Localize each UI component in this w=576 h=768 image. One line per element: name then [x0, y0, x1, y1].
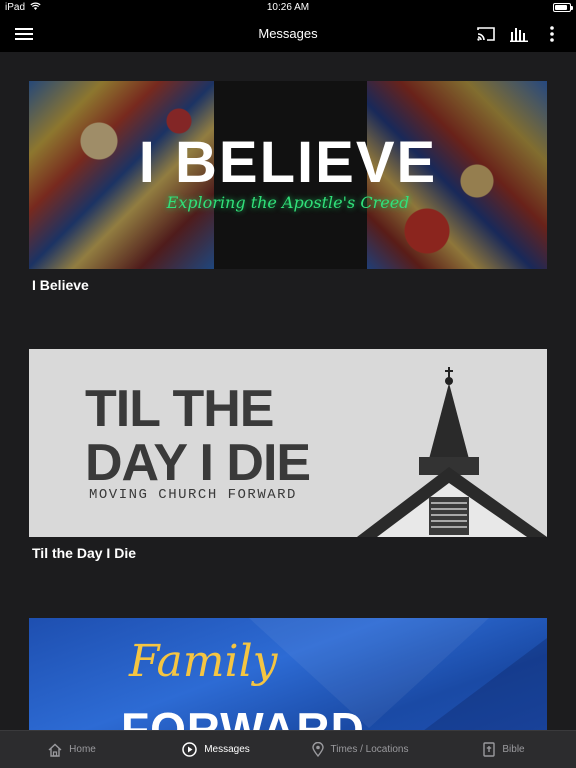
- tab-bar: Home Messages Times / Locations Bible: [0, 730, 576, 768]
- battery-level: [555, 5, 567, 10]
- artwork-title: I BELIEVE: [138, 130, 438, 195]
- artwork-title-line1: Family: [129, 636, 278, 687]
- series-artwork[interactable]: I BELIEVE Exploring the Apostle's Creed: [29, 81, 547, 269]
- more-button[interactable]: [540, 22, 564, 46]
- audio-button[interactable]: [507, 22, 531, 46]
- play-circle-icon: [182, 742, 197, 757]
- tab-times-locations[interactable]: Times / Locations: [288, 731, 432, 768]
- series-artwork[interactable]: Family FORWARD: [29, 618, 547, 730]
- artwork-title-line1: TIL THE: [85, 380, 274, 438]
- artwork-subtitle: MOVING CHURCH FORWARD: [89, 487, 297, 503]
- home-icon: [48, 743, 62, 757]
- tab-label: Messages: [204, 744, 250, 755]
- tab-label: Bible: [502, 744, 525, 755]
- tab-bible[interactable]: Bible: [432, 731, 576, 768]
- cast-icon: [477, 27, 495, 41]
- church-steeple-image: [357, 367, 547, 537]
- series-artwork[interactable]: TIL THE DAY I DIE MOVING CHURCH FORWARD: [29, 349, 547, 537]
- status-bar: iPad 10:26 AM: [0, 0, 576, 16]
- nav-bar: Messages: [0, 16, 576, 52]
- tab-home[interactable]: Home: [0, 731, 144, 768]
- artwork-subtitle: Exploring the Apostle's Creed: [166, 193, 410, 212]
- audio-bars-icon: [510, 28, 528, 42]
- bible-icon: [483, 742, 496, 757]
- message-card-til-the-day[interactable]: TIL THE DAY I DIE MOVING CHURCH FORWARD …: [29, 349, 547, 561]
- battery-icon: [553, 3, 573, 12]
- message-card-i-believe[interactable]: I BELIEVE Exploring the Apostle's Creed …: [29, 81, 547, 293]
- artwork-title-line2: DAY I DIE: [85, 434, 311, 492]
- message-title[interactable]: Til the Day I Die: [32, 545, 547, 561]
- artwork-title-line2: FORWARD: [121, 703, 365, 730]
- tab-messages[interactable]: Messages: [144, 731, 288, 768]
- message-title[interactable]: I Believe: [32, 277, 547, 293]
- message-card-family-forward[interactable]: Family FORWARD: [29, 618, 547, 730]
- messages-list[interactable]: I BELIEVE Exploring the Apostle's Creed …: [0, 52, 576, 730]
- tab-label: Times / Locations: [330, 744, 409, 755]
- location-pin-icon: [311, 742, 324, 757]
- cast-button[interactable]: [474, 22, 498, 46]
- artwork-facet: [387, 638, 547, 730]
- tab-label: Home: [69, 744, 96, 755]
- more-vertical-icon: [550, 26, 554, 42]
- status-time: 10:26 AM: [266, 2, 310, 13]
